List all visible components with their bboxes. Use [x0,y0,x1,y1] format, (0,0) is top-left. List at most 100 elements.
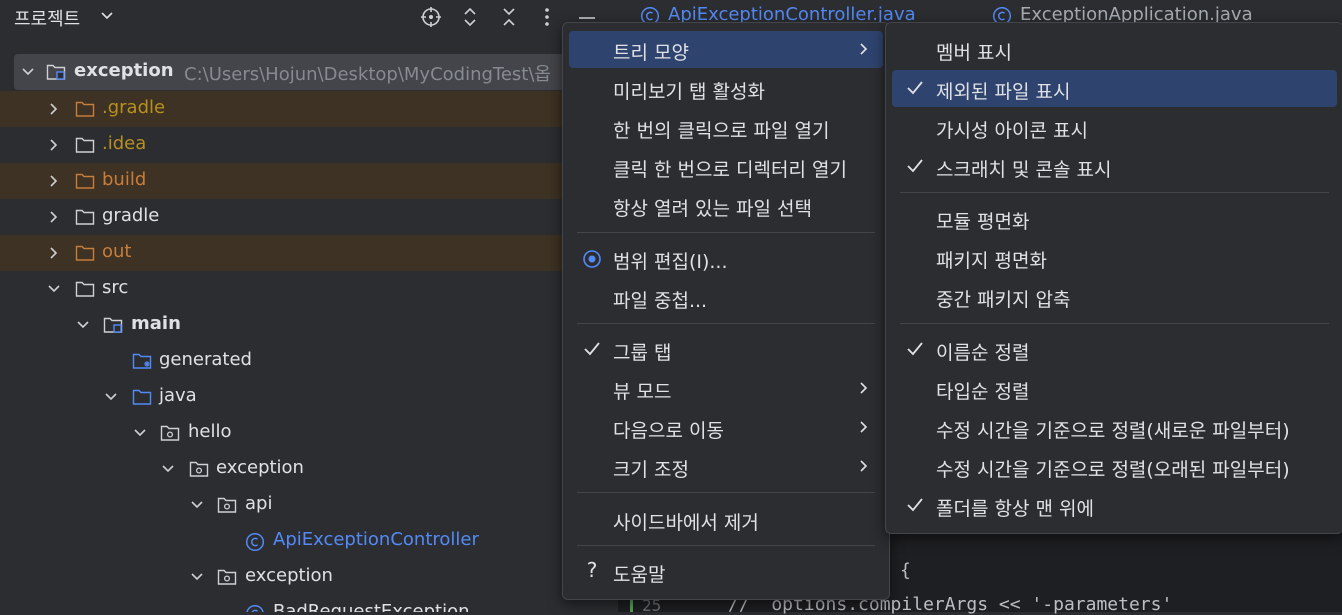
submenu-item-flatten-modules[interactable]: 모듈 평면화 [892,200,1337,237]
menu-item-open-dirs-single-click[interactable]: 클릭 한 번으로 디렉터리 열기 [569,148,883,185]
menu-item-label: 멤버 표시 [936,42,1012,64]
menu-item-label: 스크래치 및 콘솔 표시 [936,159,1112,181]
menu-item-resize[interactable]: 크기 조정 [569,448,883,485]
chevron-down-icon[interactable] [189,497,205,513]
tree-item-api-exception-controller[interactable]: ApiExceptionController [0,523,618,559]
submenu-item-show-scratches[interactable]: 스크래치 및 콘솔 표시 [892,148,1337,185]
tree-item-gradle[interactable]: gradle [0,199,618,235]
tree-item-src[interactable]: src [0,271,618,307]
tree-item-label: out [102,241,132,262]
tree-appearance-submenu: 멤버 표시 제외된 파일 표시 가시성 아이콘 표시 스크래치 및 콘솔 표시 … [885,22,1342,534]
chevron-down-icon[interactable] [132,425,148,441]
menu-separator [577,323,875,324]
menu-item-label: 다음으로 이동 [613,420,724,442]
chevron-right-icon[interactable] [46,245,62,261]
menu-item-tree-appearance[interactable]: 트리 모양 [569,31,883,68]
tree-item-label: ApiExceptionController [273,529,479,550]
checkmark-icon [907,81,923,95]
tree-item-java[interactable]: java [0,379,618,415]
collapse-all-icon[interactable] [498,6,520,28]
tree-root-label: exception [74,60,174,81]
chevron-down-icon[interactable] [20,64,36,80]
checkmark-icon [907,342,923,356]
folder-icon [75,101,95,117]
menu-item-edit-scopes[interactable]: 범위 편집(I)... [569,240,883,277]
tree-item-label: .gradle [102,97,166,118]
crosshair-icon[interactable] [420,6,442,28]
menu-item-label: 수정 시간을 기준으로 정렬(새로운 파일부터) [936,420,1290,442]
menu-item-label: 크기 조정 [613,459,689,481]
submenu-item-folders-always-on-top[interactable]: 폴더를 항상 맨 위에 [892,487,1337,524]
menu-item-label: 중간 패키지 압축 [936,289,1071,311]
chevron-right-icon[interactable] [46,101,62,117]
code-line[interactable]: { [900,560,911,581]
tree-root-exception[interactable]: exception C:\Users\Hojun\Desktop\MyCodin… [14,54,618,90]
module-folder-icon [103,317,123,333]
project-panel-title[interactable]: 프로젝트 [14,5,80,31]
submenu-item-show-excluded-files[interactable]: 제외된 파일 표시 [892,70,1337,107]
submenu-item-flatten-packages[interactable]: 패키지 평면화 [892,239,1337,276]
chevron-right-icon[interactable] [46,173,62,189]
tree-item-main[interactable]: main [0,307,618,343]
folder-icon [75,173,95,189]
submenu-item-compact-middle-packages[interactable]: 중간 패키지 압축 [892,278,1337,315]
tree-item-label: exception [245,565,333,586]
folder-icon [75,281,95,297]
help-icon: ? [586,558,598,582]
submenu-item-sort-by-modified-newest[interactable]: 수정 시간을 기준으로 정렬(새로운 파일부터) [892,409,1337,446]
tree-item-bad-request-exception[interactable]: BadRequestException [0,595,618,612]
tree-item-exception-package[interactable]: exception [0,451,618,487]
submenu-item-show-members[interactable]: 멤버 표시 [892,31,1337,68]
more-vertical-icon[interactable] [536,6,558,28]
submenu-item-sort-by-type[interactable]: 타입순 정렬 [892,370,1337,407]
chevron-down-icon[interactable] [46,281,62,297]
scope-icon [583,250,601,268]
tree-item-api[interactable]: api [0,487,618,523]
menu-item-enable-preview-tab[interactable]: 미리보기 탭 활성화 [569,70,883,107]
folder-icon [75,209,95,225]
submenu-item-show-visibility-icons[interactable]: 가시성 아이콘 표시 [892,109,1337,146]
tree-item-idea[interactable]: .idea [0,127,618,163]
menu-item-label: 클릭 한 번으로 디렉터리 열기 [613,159,847,181]
chevron-down-icon[interactable] [189,569,205,585]
submenu-item-sort-by-name[interactable]: 이름순 정렬 [892,331,1337,368]
menu-item-label: 파일 중첩... [613,290,708,312]
checkmark-icon [907,159,923,173]
menu-separator [900,192,1329,193]
tree-item-label: gradle [102,205,160,226]
menu-item-always-select-opened-file[interactable]: 항상 열려 있는 파일 선택 [569,187,883,224]
tree-item-label: BadRequestException [273,601,470,612]
menu-item-move-to[interactable]: 다음으로 이동 [569,409,883,446]
folder-icon [75,137,95,153]
menu-item-remove-from-sidebar[interactable]: 사이드바에서 제거 [569,501,883,538]
package-icon [160,425,180,441]
menu-item-group-tabs[interactable]: 그룹 탭 [569,331,883,368]
menu-item-open-files-single-click[interactable]: 한 번의 클릭으로 파일 열기 [569,109,883,146]
menu-item-help[interactable]: ? 도움말 [569,553,883,590]
tree-item-gradle-dir[interactable]: .gradle [0,91,618,127]
tree-item-label: build [102,169,147,190]
tree-item-generated[interactable]: generated [0,343,618,379]
chevron-down-icon[interactable] [75,317,91,333]
options-menu: 트리 모양 미리보기 탭 활성화 한 번의 클릭으로 파일 열기 클릭 한 번으… [562,22,890,600]
menu-item-label: 뷰 모드 [613,381,672,403]
tree-item-hello[interactable]: hello [0,415,618,451]
chevron-right-icon [860,382,868,394]
tree-item-out[interactable]: out [0,235,618,271]
menu-item-label: 가시성 아이콘 표시 [936,120,1088,142]
tree-item-exception-package-2[interactable]: exception [0,559,618,595]
chevron-down-icon[interactable] [160,461,176,477]
chevron-right-icon[interactable] [46,209,62,225]
chevron-down-icon[interactable] [100,9,114,23]
tree-item-build[interactable]: build [0,163,618,199]
checkmark-icon [907,498,923,512]
generated-sources-folder-icon [132,353,152,369]
submenu-item-sort-by-modified-oldest[interactable]: 수정 시간을 기준으로 정렬(오래된 파일부터) [892,448,1337,485]
chevron-right-icon[interactable] [46,137,62,153]
chevron-down-icon[interactable] [103,389,119,405]
expand-collapse-icon[interactable] [459,6,481,28]
menu-item-label: 제외된 파일 표시 [936,81,1071,103]
menu-item-file-nesting[interactable]: 파일 중첩... [569,279,883,316]
module-folder-icon [46,64,66,80]
menu-item-view-mode[interactable]: 뷰 모드 [569,370,883,407]
